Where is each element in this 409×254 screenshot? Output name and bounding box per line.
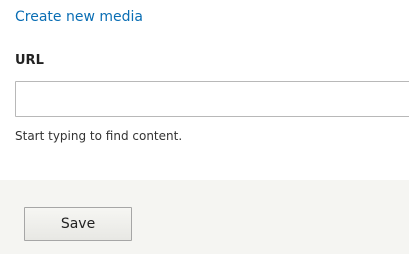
save-button[interactable]: Save xyxy=(24,207,132,241)
form-actions-bar: Save xyxy=(0,180,409,254)
url-field-label: URL xyxy=(15,53,44,68)
url-help-text: Start typing to find content. xyxy=(15,129,183,143)
create-new-media-link[interactable]: Create new media xyxy=(15,9,143,25)
url-input[interactable] xyxy=(15,81,409,117)
